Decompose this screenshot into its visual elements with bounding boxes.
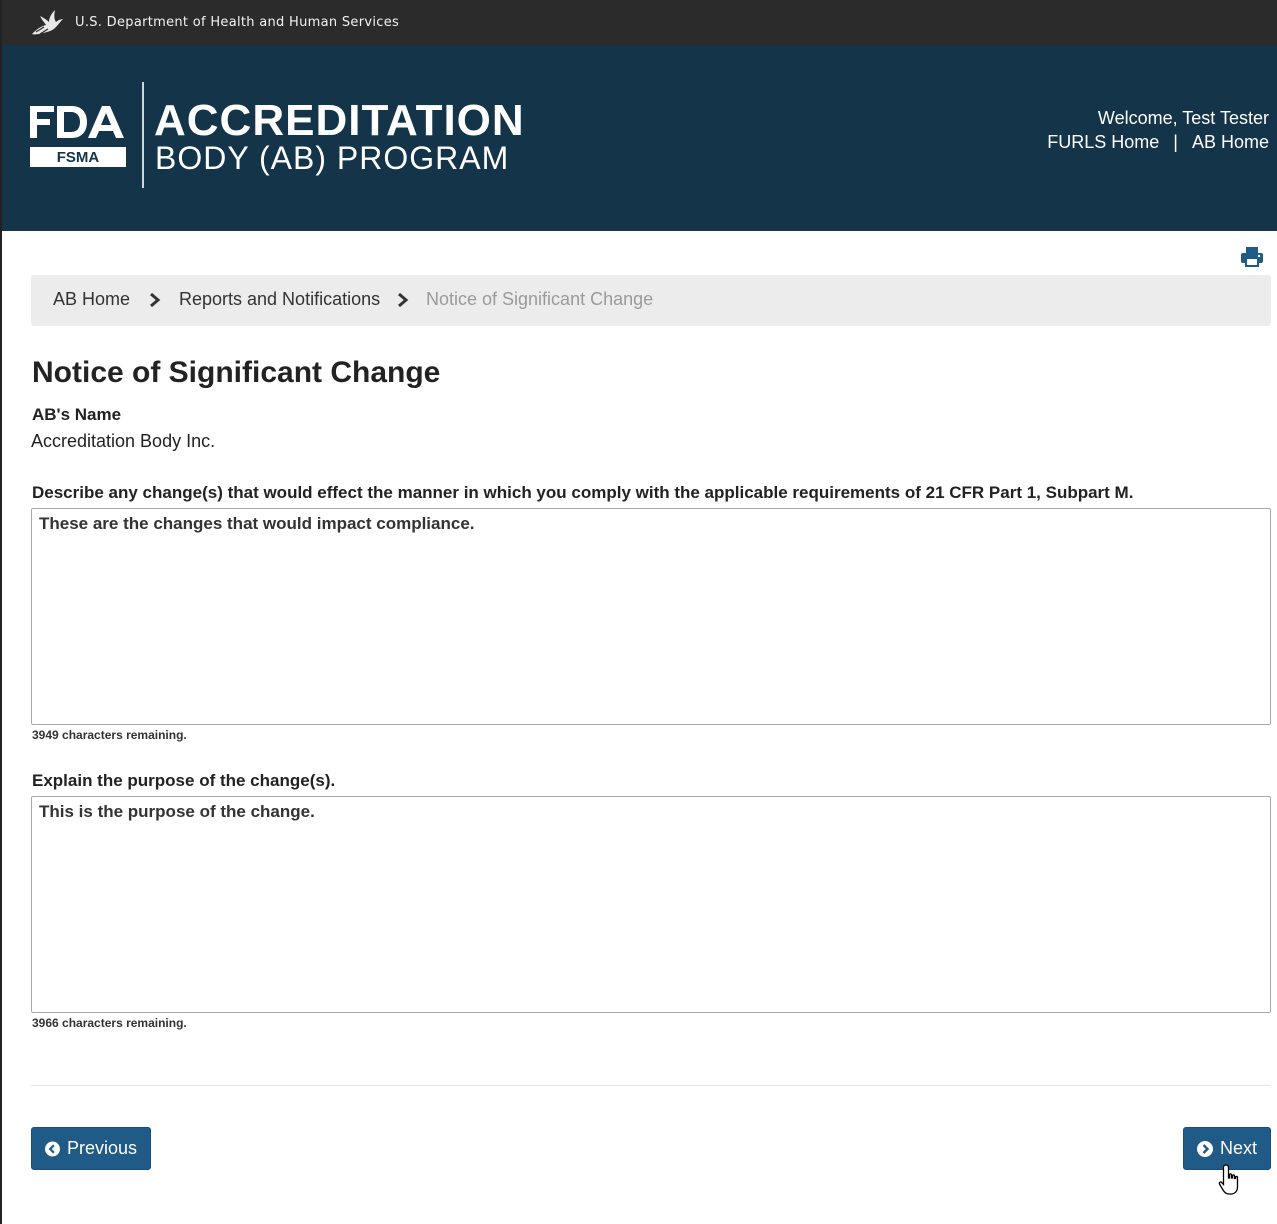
print-icon[interactable] <box>1241 247 1263 267</box>
next-button[interactable]: Next <box>1183 1127 1271 1170</box>
furls-home-link[interactable]: FURLS Home <box>1047 132 1159 152</box>
ab-name-label: AB's Name <box>32 405 122 424</box>
breadcrumb-ab-home[interactable]: AB Home <box>53 289 130 310</box>
chevron-right-icon <box>150 292 161 308</box>
purpose-characters-remaining: 3966 characters remaining. <box>32 1016 187 1030</box>
chevron-circle-right-icon <box>1197 1140 1213 1157</box>
breadcrumb-reports-and-notifications[interactable]: Reports and Notifications <box>179 289 380 310</box>
changes-textarea[interactable]: These are the changes that would impact … <box>31 508 1271 725</box>
breadcrumb-current-page: Notice of Significant Change <box>426 289 654 309</box>
fsma-logo-text: FSMA <box>57 149 100 166</box>
previous-button[interactable]: Previous <box>31 1127 151 1170</box>
breadcrumb: AB Home Reports and Notifications Notice… <box>31 275 1271 326</box>
page-frame: U.S. Department of Health and Human Serv… <box>0 0 1277 1224</box>
ab-name-value: Accreditation Body Inc. <box>31 431 216 451</box>
changes-question-label: Describe any change(s) that would effect… <box>32 483 1134 502</box>
purpose-question-label: Explain the purpose of the change(s). <box>32 771 336 790</box>
next-button-label: Next <box>1219 1138 1257 1158</box>
chevron-right-icon <box>398 292 409 308</box>
changes-characters-remaining: 3949 characters remaining. <box>32 728 187 742</box>
welcome-text: Welcome, Test Tester <box>1097 108 1269 128</box>
hhs-bar: U.S. Department of Health and Human Serv… <box>2 0 1277 45</box>
banner-title-line1: ACCREDITATION <box>154 96 525 145</box>
previous-button-label: Previous <box>66 1138 137 1158</box>
ab-home-link[interactable]: AB Home <box>1192 132 1269 152</box>
header-link-separator: | <box>1173 132 1178 152</box>
purpose-textarea[interactable]: This is the purpose of the change. <box>31 796 1271 1013</box>
banner-title-line2: BODY (AB) PROGRAM <box>155 140 510 176</box>
fda-fsma-logo: FSMA <box>30 106 126 167</box>
hhs-department-text: U.S. Department of Health and Human Serv… <box>75 15 400 30</box>
page-title: Notice of Significant Change <box>32 356 441 389</box>
chevron-circle-left-icon <box>45 1141 60 1156</box>
header-links: FURLS Home | AB Home <box>1047 132 1269 153</box>
section-divider <box>31 1085 1271 1086</box>
hhs-eagle-icon <box>32 10 63 35</box>
logo-divider <box>142 82 144 188</box>
